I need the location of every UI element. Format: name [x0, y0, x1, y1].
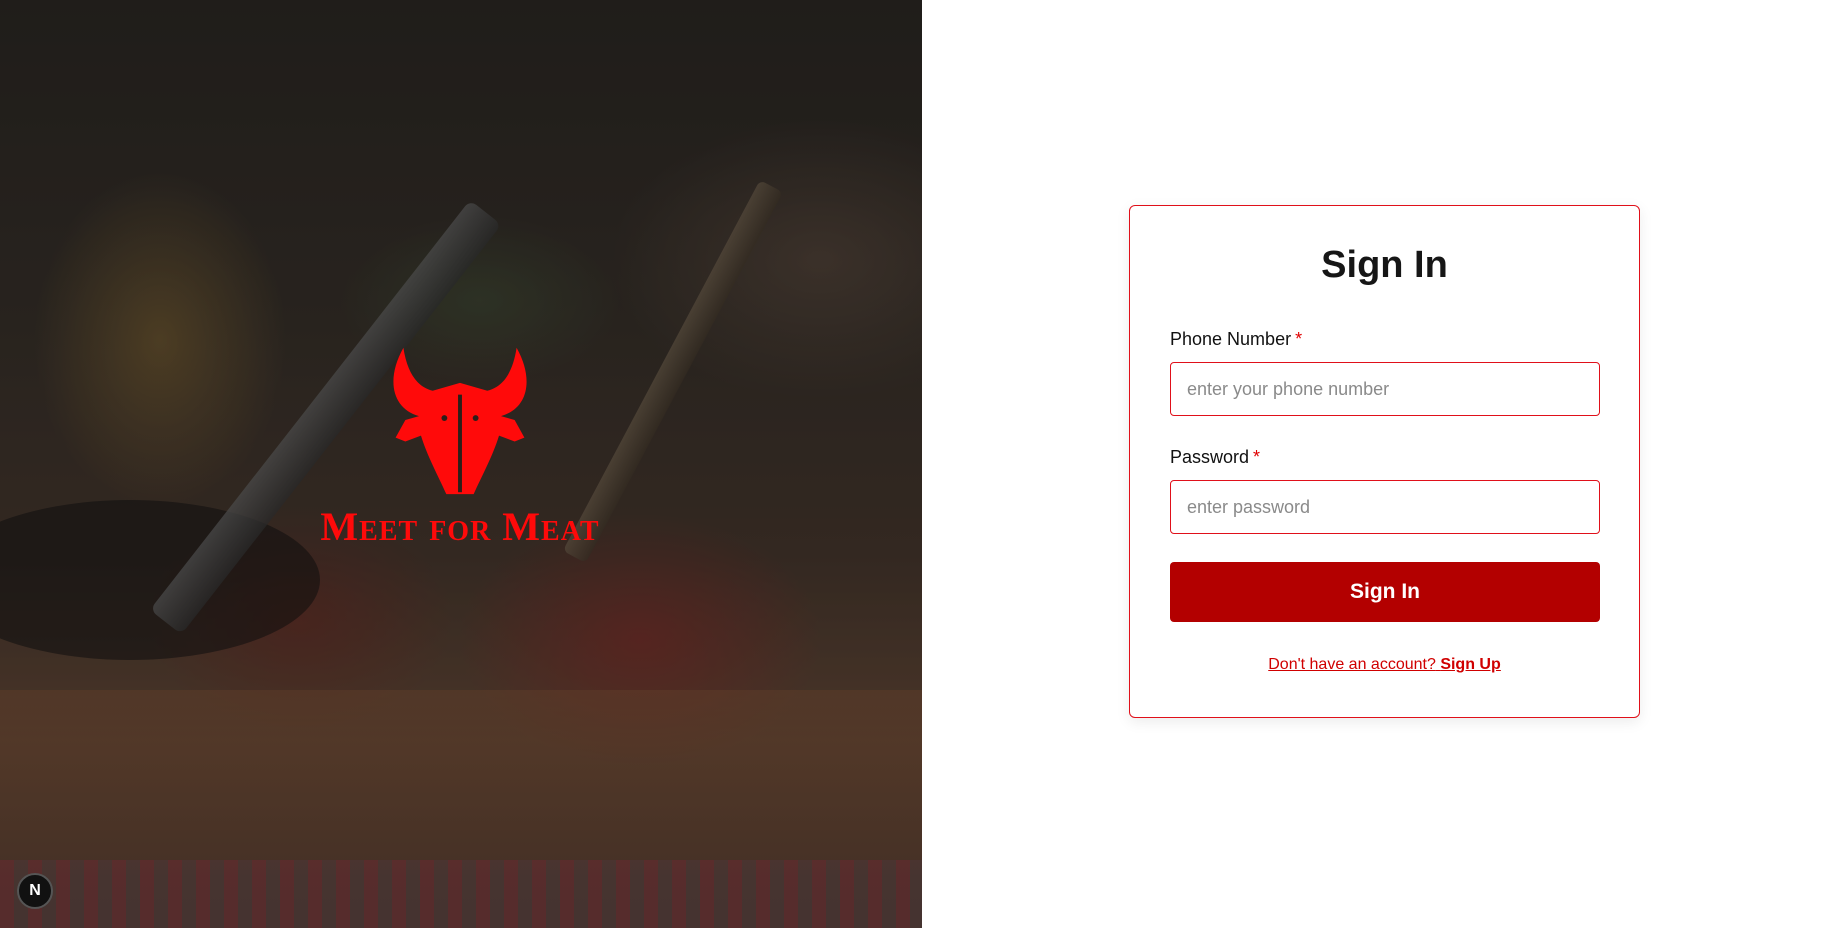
phone-input[interactable]: [1170, 362, 1600, 416]
signup-link[interactable]: Sign Up: [1440, 656, 1500, 673]
phone-required-mark: *: [1295, 329, 1303, 349]
brand-logo: Meet for Meat: [260, 340, 660, 550]
signup-prompt: Don't have an account? Sign Up: [1130, 656, 1639, 674]
signin-card: Sign In Phone Number* Password* Sign In …: [1129, 205, 1640, 718]
phone-label-text: Phone Number: [1170, 329, 1292, 349]
signin-title: Sign In: [1321, 244, 1448, 286]
password-label: Password *: [1170, 447, 1260, 468]
password-required-mark: *: [1253, 447, 1261, 467]
phone-label: Phone Number *: [1170, 329, 1302, 350]
next-logo-icon[interactable]: N: [17, 873, 53, 909]
bull-head-icon: [393, 347, 527, 495]
password-label-text: Password: [1170, 447, 1250, 467]
signup-prompt-text: Don't have an account?: [1268, 656, 1436, 673]
brand-name: Meet for Meat: [320, 504, 600, 549]
password-input[interactable]: [1170, 480, 1600, 534]
hero-panel: Meet for Meat N: [0, 0, 922, 928]
signin-button[interactable]: Sign In: [1170, 562, 1600, 622]
